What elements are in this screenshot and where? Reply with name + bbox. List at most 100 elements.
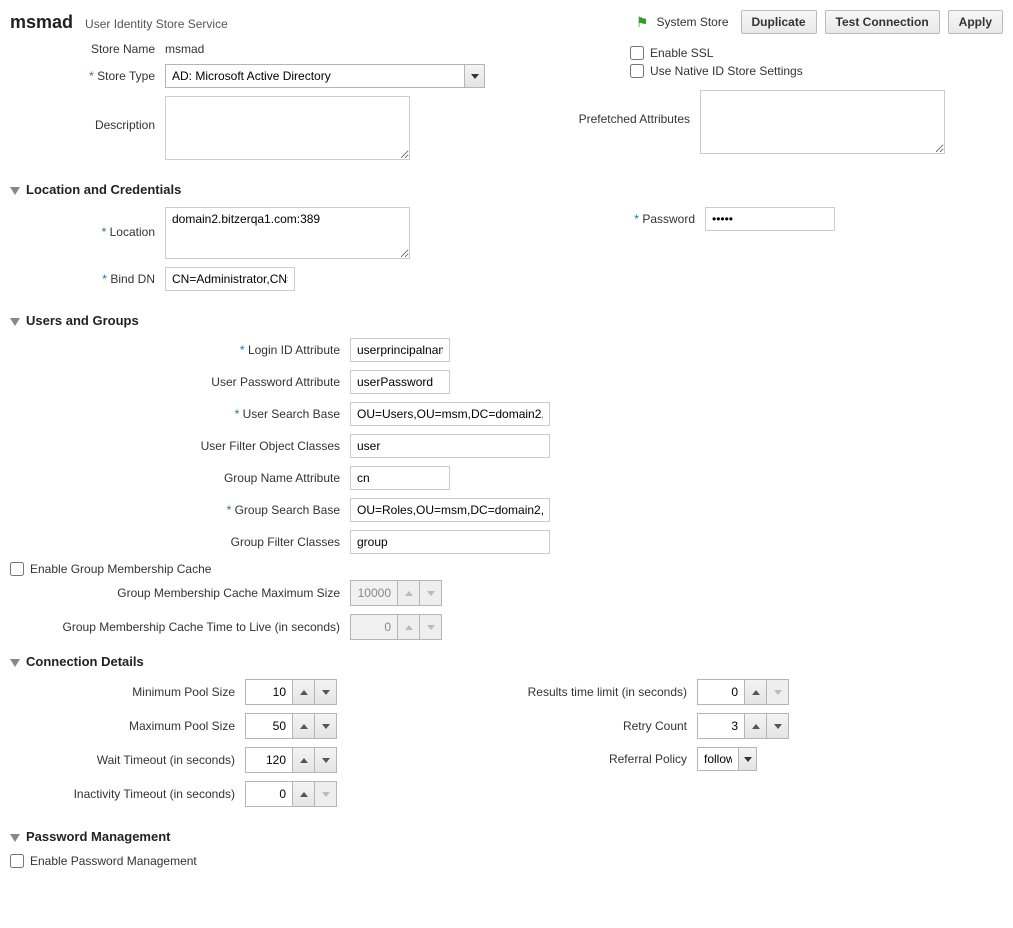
section-password-mgmt[interactable]: Password Management: [10, 829, 1003, 844]
spinner-down-button: [419, 581, 441, 605]
spinner-down-button: [419, 615, 441, 639]
max-pool-label: Maximum Pool Size: [10, 719, 245, 733]
retry-count-value[interactable]: [698, 714, 744, 738]
chevron-up-icon: [300, 724, 308, 729]
results-limit-spinner[interactable]: [697, 679, 789, 705]
chevron-down-icon: [774, 690, 782, 695]
enable-ssl-label: Enable SSL: [650, 46, 713, 60]
chevron-down-icon: [322, 758, 330, 763]
chevron-down-icon: [322, 792, 330, 797]
store-type-value[interactable]: [166, 65, 464, 87]
password-mgmt-body: Enable Password Management: [10, 854, 1003, 868]
bind-dn-label: Bind DN: [10, 272, 165, 286]
wait-timeout-value[interactable]: [246, 748, 292, 772]
store-name-value: msmad: [165, 42, 204, 56]
spinner-up-button[interactable]: [744, 680, 766, 704]
store-type-select[interactable]: [165, 64, 485, 88]
inactivity-spinner[interactable]: [245, 781, 337, 807]
cache-max-label: Group Membership Cache Maximum Size: [10, 586, 350, 600]
login-id-label: Login ID Attribute: [10, 343, 350, 357]
results-limit-label: Results time limit (in seconds): [477, 685, 697, 699]
page-title: msmad: [10, 12, 73, 33]
referral-dropdown-button[interactable]: [738, 748, 756, 770]
spinner-up-button[interactable]: [292, 680, 314, 704]
user-search-base-field[interactable]: [350, 402, 550, 426]
chevron-up-icon: [300, 792, 308, 797]
cache-max-value: [351, 581, 397, 605]
chevron-down-icon: [322, 690, 330, 695]
test-connection-button[interactable]: Test Connection: [825, 10, 940, 34]
section-users-groups-title: Users and Groups: [26, 313, 139, 328]
spinner-up-button: [397, 615, 419, 639]
use-native-label: Use Native ID Store Settings: [650, 64, 803, 78]
section-location[interactable]: Location and Credentials: [10, 182, 1003, 197]
referral-select[interactable]: [697, 747, 757, 771]
header-left: msmad User Identity Store Service: [10, 12, 228, 33]
system-store-label: System Store: [656, 15, 728, 29]
chevron-down-icon: [322, 724, 330, 729]
spinner-down-button[interactable]: [314, 714, 336, 738]
user-search-base-label: User Search Base: [10, 407, 350, 421]
chevron-up-icon: [300, 758, 308, 763]
apply-button[interactable]: Apply: [948, 10, 1003, 34]
store-type-dropdown-button[interactable]: [464, 65, 484, 87]
group-filter-field[interactable]: [350, 530, 550, 554]
spinner-down-button[interactable]: [766, 714, 788, 738]
spinner-down-button[interactable]: [314, 680, 336, 704]
results-limit-value[interactable]: [698, 680, 744, 704]
referral-label: Referral Policy: [477, 752, 697, 766]
enable-pm-checkbox[interactable]: [10, 854, 24, 868]
enable-ssl-checkbox[interactable]: [630, 46, 644, 60]
group-search-base-field[interactable]: [350, 498, 550, 522]
section-connection[interactable]: Connection Details: [10, 654, 1003, 669]
wait-timeout-spinner[interactable]: [245, 747, 337, 773]
user-filter-field[interactable]: [350, 434, 550, 458]
section-users-groups[interactable]: Users and Groups: [10, 313, 1003, 328]
group-name-attr-field[interactable]: [350, 466, 450, 490]
prefetched-textarea[interactable]: [700, 90, 945, 154]
retry-count-spinner[interactable]: [697, 713, 789, 739]
section-password-mgmt-title: Password Management: [26, 829, 171, 844]
description-textarea[interactable]: [165, 96, 410, 160]
user-pw-attr-label: User Password Attribute: [10, 375, 350, 389]
use-native-checkbox[interactable]: [630, 64, 644, 78]
collapse-icon: [10, 834, 20, 842]
enable-cache-checkbox[interactable]: [10, 562, 24, 576]
chevron-up-icon: [752, 724, 760, 729]
spinner-up-button[interactable]: [744, 714, 766, 738]
max-pool-spinner[interactable]: [245, 713, 337, 739]
connection-body: Minimum Pool Size Maximum Pool Size Wait…: [10, 679, 1003, 815]
login-id-field[interactable]: [350, 338, 450, 362]
retry-count-label: Retry Count: [477, 719, 697, 733]
spinner-up-button[interactable]: [292, 782, 314, 806]
prefetched-label: Prefetched Attributes: [570, 90, 700, 126]
min-pool-spinner[interactable]: [245, 679, 337, 705]
spinner-up-button[interactable]: [292, 748, 314, 772]
page-subtitle: User Identity Store Service: [85, 17, 228, 31]
chevron-up-icon: [300, 690, 308, 695]
referral-value[interactable]: [698, 748, 738, 770]
section-location-title: Location and Credentials: [26, 182, 181, 197]
spinner-up-button[interactable]: [292, 714, 314, 738]
group-name-attr-label: Group Name Attribute: [10, 471, 350, 485]
location-textarea[interactable]: [165, 207, 410, 259]
max-pool-value[interactable]: [246, 714, 292, 738]
min-pool-value[interactable]: [246, 680, 292, 704]
spinner-down-button[interactable]: [314, 748, 336, 772]
password-field[interactable]: [705, 207, 835, 231]
chevron-down-icon: [427, 591, 435, 596]
description-label: Description: [10, 96, 165, 132]
min-pool-label: Minimum Pool Size: [10, 685, 245, 699]
location-section-body: Location Bind DN Password: [10, 207, 1003, 299]
user-pw-attr-field[interactable]: [350, 370, 450, 394]
bind-dn-field[interactable]: [165, 267, 295, 291]
password-label: Password: [610, 212, 705, 226]
group-filter-label: Group Filter Classes: [10, 535, 350, 549]
chevron-down-icon: [744, 757, 752, 762]
duplicate-button[interactable]: Duplicate: [741, 10, 817, 34]
store-type-label: Store Type: [10, 69, 165, 83]
enable-pm-label: Enable Password Management: [30, 854, 197, 868]
collapse-icon: [10, 187, 20, 195]
section-connection-title: Connection Details: [26, 654, 144, 669]
inactivity-value[interactable]: [246, 782, 292, 806]
